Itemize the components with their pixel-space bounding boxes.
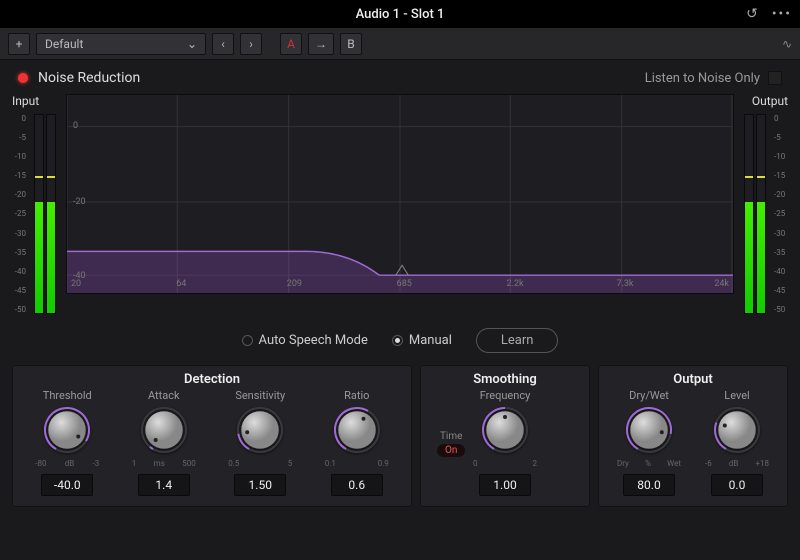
x-tick: 20 [71, 279, 81, 289]
manual-label: Manual [409, 333, 452, 348]
power-led[interactable] [18, 73, 28, 83]
preset-name: Default [45, 37, 83, 51]
bypass-icon[interactable]: ∿ [782, 37, 792, 51]
ratio-param: Ratio 0.10.9 0.6 [319, 389, 395, 496]
x-tick: 7.3k [616, 279, 633, 289]
mode-row: Auto Speech Mode Manual Learn [0, 314, 800, 365]
frequency-label: Frequency [480, 389, 531, 402]
threshold-value[interactable]: -40.0 [41, 474, 93, 496]
frequency-knob[interactable] [481, 406, 529, 457]
plugin-name: Noise Reduction [38, 70, 140, 86]
attack-value[interactable]: 1.4 [138, 474, 190, 496]
toolbar: + Default ⌄ ‹ › A → B ∿ [0, 28, 800, 60]
attack-label: Attack [148, 389, 180, 402]
output-meter: Output 0-5-10-15-20-25-30-35-40-45-50 [744, 94, 788, 314]
auto-speech-label: Auto Speech Mode [259, 333, 368, 348]
ratio-knob[interactable] [333, 406, 381, 457]
time-toggle[interactable]: Time On [437, 431, 465, 457]
output-title: Output [607, 372, 779, 387]
sensitivity-label: Sensitivity [235, 389, 285, 402]
auto-speech-mode-radio[interactable]: Auto Speech Mode [242, 333, 368, 348]
preset-prev-button[interactable]: ‹ [212, 33, 234, 55]
chevron-down-icon: ⌄ [187, 37, 197, 51]
window-title: Audio 1 - Slot 1 [356, 7, 445, 22]
ab-b-button[interactable]: B [340, 33, 362, 55]
sensitivity-value[interactable]: 1.50 [234, 474, 286, 496]
x-tick: 64 [176, 279, 186, 289]
output-panel: Output Dry/Wet Dry%Wet 80.0 Level -6dB+1… [598, 365, 788, 507]
listen-noise-checkbox[interactable] [768, 71, 782, 85]
time-state: On [437, 444, 465, 457]
ab-copy-button[interactable]: → [308, 33, 334, 55]
x-tick: 685 [397, 279, 412, 289]
titlebar: Audio 1 - Slot 1 ↺ ••• [0, 0, 800, 28]
listen-noise-toggle[interactable]: Listen to Noise Only [645, 71, 782, 86]
smoothing-title: Smoothing [429, 372, 581, 387]
input-meter-label: Input [12, 94, 56, 108]
plugin-header: Noise Reduction Listen to Noise Only [0, 60, 800, 94]
threshold-label: Threshold [43, 389, 92, 402]
frequency-value[interactable]: 1.00 [479, 474, 531, 496]
learn-button[interactable]: Learn [476, 328, 559, 353]
sensitivity-param: Sensitivity 0.55 1.50 [222, 389, 298, 496]
preset-next-button[interactable]: › [240, 33, 262, 55]
time-label: Time [440, 431, 462, 442]
manual-mode-radio[interactable]: Manual [392, 333, 452, 348]
y-tick: 0 [73, 121, 78, 131]
attack-param: Attack 1ms500 1.4 [126, 389, 202, 496]
detection-title: Detection [21, 372, 403, 387]
drywet-knob[interactable] [625, 406, 673, 457]
level-value[interactable]: 0.0 [711, 474, 763, 496]
level-label: Level [724, 389, 749, 402]
y-tick: -20 [73, 197, 86, 207]
add-preset-button[interactable]: + [8, 33, 30, 55]
history-icon[interactable]: ↺ [746, 6, 760, 22]
x-tick: 24k [714, 279, 729, 289]
level-knob[interactable] [713, 406, 761, 457]
listen-noise-label: Listen to Noise Only [645, 71, 760, 86]
x-tick: 209 [287, 279, 302, 289]
ab-a-button[interactable]: A [280, 33, 302, 55]
ratio-value[interactable]: 0.6 [331, 474, 383, 496]
x-tick: 2.2k [507, 279, 524, 289]
preset-select[interactable]: Default ⌄ [36, 33, 206, 55]
frequency-param: Frequency 02 1.00 [467, 389, 543, 496]
threshold-knob[interactable] [43, 406, 91, 457]
spectrum-graph[interactable]: 0 -20 -40 20 64 209 685 2.2k 7.3k 24k [66, 94, 734, 294]
smoothing-panel: Smoothing Time On Frequency 02 1.00 [420, 365, 590, 507]
drywet-param: Dry/Wet Dry%Wet 80.0 [611, 389, 687, 496]
input-meter: Input 0-5-10-15-20-25-30-35-40-45-50 [12, 94, 56, 314]
detection-panel: Detection Threshold -80dB-3 -40.0 Attack… [12, 365, 412, 507]
ratio-label: Ratio [344, 389, 369, 402]
attack-knob[interactable] [140, 406, 188, 457]
output-meter-label: Output [744, 94, 788, 108]
drywet-label: Dry/Wet [629, 389, 669, 402]
threshold-param: Threshold -80dB-3 -40.0 [29, 389, 105, 496]
sensitivity-knob[interactable] [236, 406, 284, 457]
drywet-value[interactable]: 80.0 [623, 474, 675, 496]
more-icon[interactable]: ••• [772, 6, 792, 22]
level-param: Level -6dB+18 0.0 [699, 389, 775, 496]
